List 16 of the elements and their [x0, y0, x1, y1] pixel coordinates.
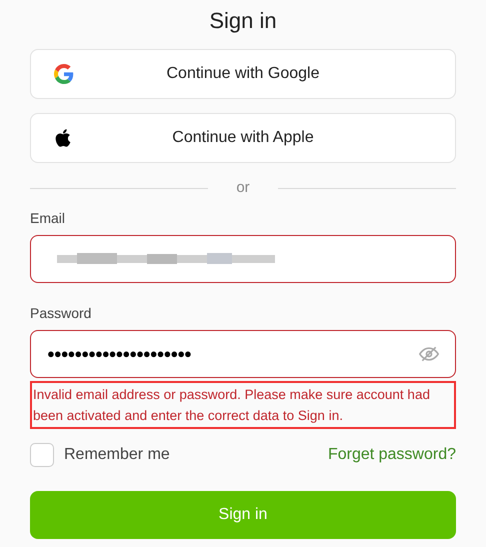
error-message: Invalid email address or password. Please make sure account had been activated and enter the correct data to Sign in. [30, 380, 456, 428]
social-sign-in-button[interactable]: Continue with Apple [30, 113, 456, 163]
page-title: Sign in [208, 7, 278, 35]
eye-slash-icon[interactable] [419, 346, 439, 362]
social-sign-in-button[interactable]: Continue with Google [30, 49, 456, 99]
email-field[interactable] [30, 234, 456, 282]
password-label: Password [30, 304, 92, 322]
password-value: ●●●●●●●●●●●●●●●●●●●●● [47, 344, 192, 363]
email-label: Email [30, 208, 66, 228]
apple-icon [54, 128, 72, 148]
password-field[interactable]: ●●●●●●●●●●●●●●●●●●●●● [30, 330, 456, 378]
remember-checkbox[interactable] [30, 442, 54, 466]
forgot-password-link[interactable]: Forget password? [328, 442, 456, 466]
remember-label: Remember me [64, 444, 170, 464]
google-icon [54, 64, 74, 84]
divider-label: or [235, 178, 251, 198]
